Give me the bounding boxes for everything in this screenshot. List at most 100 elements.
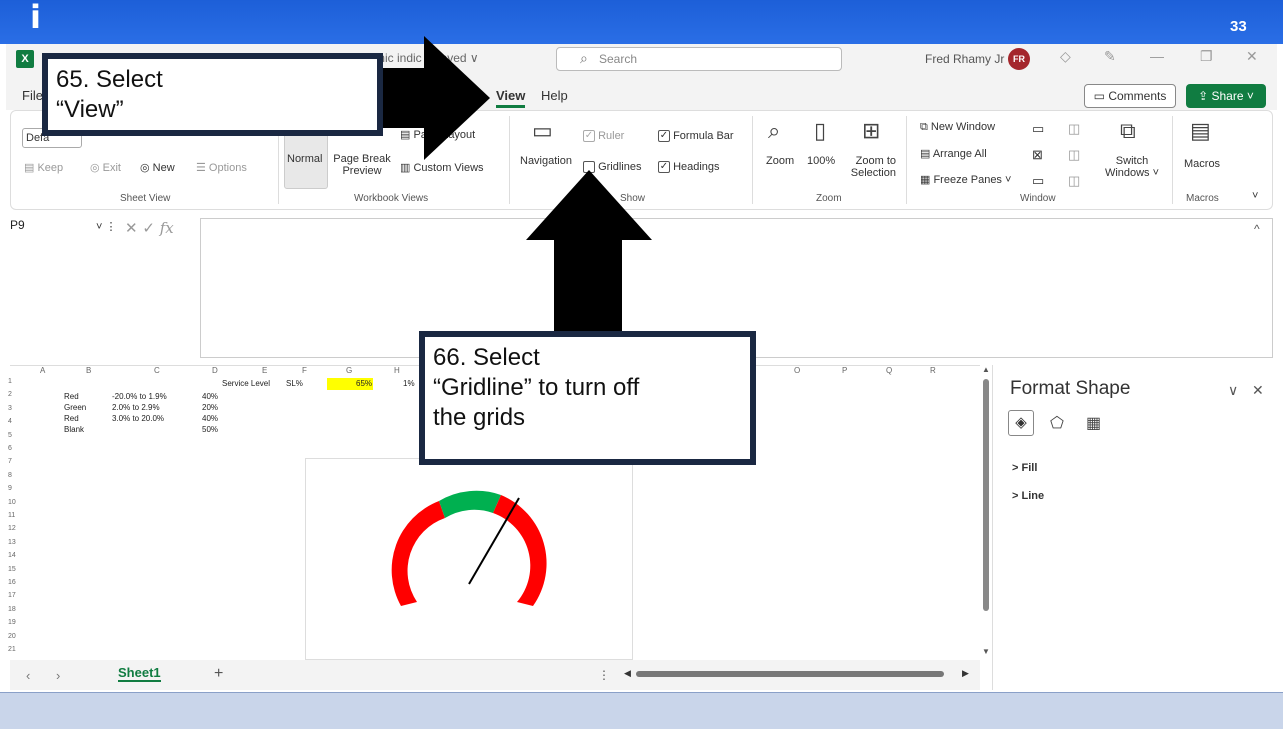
scroll-thumb[interactable] xyxy=(983,379,989,611)
cell[interactable]: -20.0% to 1.9% xyxy=(112,392,167,401)
column-header[interactable]: H xyxy=(394,366,400,375)
name-box-dropdown-icon[interactable]: ˅ ⋮ xyxy=(96,220,116,233)
ruler-checkbox[interactable]: ✓ Ruler xyxy=(583,130,624,143)
zoom-button[interactable]: Zoom xyxy=(766,155,794,167)
row-header[interactable]: 2 xyxy=(8,391,12,398)
cell[interactable]: Blank xyxy=(64,425,84,434)
vertical-scrollbar[interactable]: ▲ ▼ xyxy=(980,365,992,660)
column-header[interactable]: C xyxy=(154,366,160,375)
comments-button[interactable]: ▭ Comments xyxy=(1084,84,1176,108)
row-header[interactable]: 18 xyxy=(8,606,16,613)
tab-view[interactable]: View xyxy=(496,88,526,108)
scroll-down-icon[interactable]: ▼ xyxy=(982,647,990,656)
column-header[interactable]: E xyxy=(262,366,267,375)
row-header[interactable]: 13 xyxy=(8,539,16,546)
row-header[interactable]: 9 xyxy=(8,485,12,492)
restore-icon[interactable]: ❐ xyxy=(1200,48,1213,65)
page-layout-button[interactable]: ▤ Page Layout xyxy=(400,128,475,141)
cell-f1[interactable]: SL% xyxy=(286,379,303,388)
tab-help[interactable]: Help xyxy=(541,88,568,103)
options-button[interactable]: ☰ Options xyxy=(196,161,247,174)
arrange-all-button[interactable]: ▤ Arrange All xyxy=(920,147,987,160)
macros-button[interactable]: Macros xyxy=(1184,158,1220,170)
sync-scroll-icon[interactable]: ◫ xyxy=(1068,147,1080,163)
custom-views-button[interactable]: ▥ Custom Views xyxy=(400,161,484,174)
row-header[interactable]: 15 xyxy=(8,566,16,573)
hscroll-left-icon[interactable]: ◀ xyxy=(624,668,631,679)
row-header[interactable]: 10 xyxy=(8,499,16,506)
next-sheet-icon[interactable]: › xyxy=(56,668,60,683)
switch-windows-button[interactable]: Switch Windows ˅ xyxy=(1104,155,1160,179)
pane-close-icon[interactable]: ✕ xyxy=(1252,382,1264,399)
fill-line-icon[interactable]: ◈ xyxy=(1008,410,1034,436)
fill-section[interactable]: > Fill xyxy=(1012,462,1037,474)
cell-h1[interactable]: 1% xyxy=(403,379,415,388)
gridlines-checkbox[interactable]: Gridlines xyxy=(583,161,641,174)
row-header[interactable]: 4 xyxy=(8,418,12,425)
column-header[interactable]: F xyxy=(302,366,307,375)
pen-icon[interactable]: ✎ xyxy=(1104,48,1116,65)
column-header[interactable]: R xyxy=(930,366,936,375)
hscroll-right-icon[interactable]: ▶ xyxy=(962,668,969,679)
size-properties-icon[interactable]: ▦ xyxy=(1086,413,1101,433)
scroll-up-icon[interactable]: ▲ xyxy=(982,365,990,374)
row-header[interactable]: 6 xyxy=(8,445,12,452)
search-input[interactable]: Search xyxy=(556,47,842,71)
unhide-icon[interactable]: ▭ xyxy=(1032,173,1044,189)
column-header[interactable]: O xyxy=(794,366,800,375)
pane-options-icon[interactable]: ∨ xyxy=(1228,382,1238,399)
cell[interactable]: 40% xyxy=(202,392,218,401)
reset-position-icon[interactable]: ◫ xyxy=(1068,173,1080,189)
fx-icon[interactable]: fx xyxy=(160,219,174,237)
row-header[interactable]: 19 xyxy=(8,619,16,626)
column-header[interactable]: P xyxy=(842,366,847,375)
column-header[interactable]: Q xyxy=(886,366,892,375)
row-header[interactable]: 17 xyxy=(8,592,16,599)
page-break-preview-button[interactable]: Page Break Preview xyxy=(332,153,392,177)
cell-g1[interactable]: 65% xyxy=(356,379,372,388)
hide-icon[interactable]: ⊠ xyxy=(1032,147,1043,163)
zoom-to-selection-button[interactable]: Zoom to Selection xyxy=(848,155,896,179)
line-section[interactable]: > Line xyxy=(1012,490,1044,502)
row-header[interactable]: 12 xyxy=(8,525,16,532)
cell[interactable]: 20% xyxy=(202,403,218,412)
column-header[interactable]: A xyxy=(40,366,45,375)
cell[interactable]: Green xyxy=(64,403,86,412)
new-window-button[interactable]: ⧉ New Window xyxy=(920,121,995,134)
headings-checkbox[interactable]: ✓ Headings xyxy=(658,161,720,174)
diamond-icon[interactable]: ◇ xyxy=(1060,48,1071,65)
row-header[interactable]: 5 xyxy=(8,432,12,439)
prev-sheet-icon[interactable]: ‹ xyxy=(26,668,30,683)
split-icon[interactable]: ▭ xyxy=(1032,121,1044,137)
cell[interactable]: 40% xyxy=(202,414,218,423)
row-header[interactable]: 16 xyxy=(8,579,16,586)
add-sheet-button[interactable]: + xyxy=(214,665,223,683)
row-header[interactable]: 21 xyxy=(8,646,16,653)
column-header[interactable]: B xyxy=(86,366,91,375)
minimize-icon[interactable]: — xyxy=(1150,48,1164,64)
more-icon[interactable]: ⋮ xyxy=(598,668,610,682)
cell-e1[interactable]: Service Level xyxy=(222,379,270,388)
freeze-panes-button[interactable]: ▦ Freeze Panes ˅ xyxy=(920,173,1011,186)
effects-icon[interactable]: ⬠ xyxy=(1050,413,1064,433)
navigation-button[interactable]: Navigation xyxy=(520,155,572,167)
cell[interactable]: 3.0% to 20.0% xyxy=(112,414,164,423)
row-header[interactable]: 20 xyxy=(8,633,16,640)
user-name[interactable]: Fred Rhamy Jr xyxy=(925,52,1004,66)
cell[interactable]: 2.0% to 2.9% xyxy=(112,403,160,412)
formula-collapse-icon[interactable]: ^ xyxy=(1254,222,1260,236)
avatar[interactable]: FR xyxy=(1008,48,1030,70)
column-header[interactable]: G xyxy=(346,366,352,375)
horizontal-scroll-thumb[interactable] xyxy=(636,671,944,677)
tab-file[interactable]: File xyxy=(22,88,43,103)
sheet-tab-sheet1[interactable]: Sheet1 xyxy=(118,665,161,682)
new-view-button[interactable]: ◎ New xyxy=(140,161,175,174)
keep-button[interactable]: ▤ Keep xyxy=(24,161,63,174)
row-header[interactable]: 7 xyxy=(8,458,12,465)
zoom-100-button[interactable]: 100% xyxy=(807,155,835,167)
view-side-by-side-icon[interactable]: ◫ xyxy=(1068,121,1080,137)
cell[interactable]: 50% xyxy=(202,425,218,434)
cell[interactable]: Red xyxy=(64,392,79,401)
row-header[interactable]: 11 xyxy=(8,512,15,519)
ribbon-collapse-icon[interactable]: ˅ xyxy=(1252,190,1258,202)
